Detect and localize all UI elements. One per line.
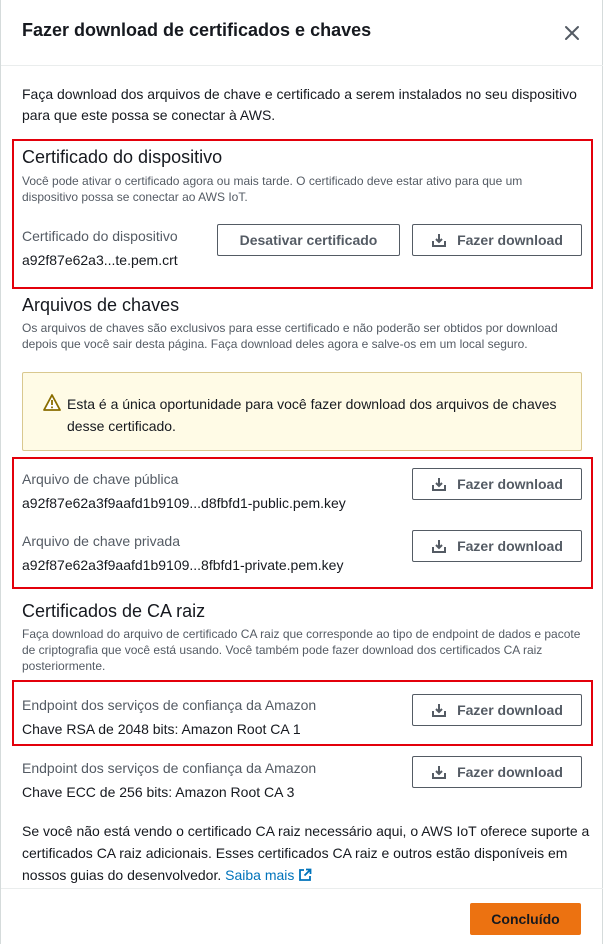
learn-more-label: Saiba mais <box>225 867 295 883</box>
modal-header: Fazer download de certificados e chaves <box>1 0 603 66</box>
highlight-key-files <box>12 457 593 589</box>
ecc-endpoint-value: Chave ECC de 256 bits: Amazon Root CA 3 <box>22 784 295 800</box>
intro-text: Faça download dos arquivos de chave e ce… <box>22 86 577 123</box>
highlight-device-cert <box>12 139 593 289</box>
download-certificates-modal: Fazer download de certificados e chaves … <box>0 0 603 944</box>
external-link-icon <box>299 868 312 881</box>
footer-note: Se você não está vendo o certificado CA … <box>22 820 592 886</box>
key-files-title: Arquivos de chaves <box>22 295 180 315</box>
done-button[interactable]: Concluído <box>470 903 581 935</box>
download-icon <box>432 766 447 779</box>
highlight-rsa-ca <box>12 680 593 746</box>
ecc-endpoint-label: Endpoint dos serviços de confiança da Am… <box>22 760 317 776</box>
modal-title: Fazer download de certificados e chaves <box>22 20 372 40</box>
close-icon <box>565 26 579 40</box>
ca-certs-description: Faça download do arquivo de certificado … <box>22 627 581 673</box>
key-files-warning: Esta é a única oportunidade para você fa… <box>22 372 582 451</box>
learn-more-link[interactable]: Saiba mais <box>225 867 312 883</box>
ca-certs-title: Certificados de CA raiz <box>22 601 206 621</box>
ecc-ca-download-button[interactable]: Fazer download <box>412 756 582 788</box>
close-button[interactable] <box>561 22 583 44</box>
footer-divider <box>1 888 603 889</box>
warning-text: Esta é a única oportunidade para você fa… <box>67 396 557 434</box>
ecc-ca-download-label: Fazer download <box>457 764 563 780</box>
key-files-description: Os arquivos de chaves são exclusivos par… <box>22 321 558 351</box>
warning-icon <box>43 394 61 411</box>
done-label: Concluído <box>491 911 560 927</box>
